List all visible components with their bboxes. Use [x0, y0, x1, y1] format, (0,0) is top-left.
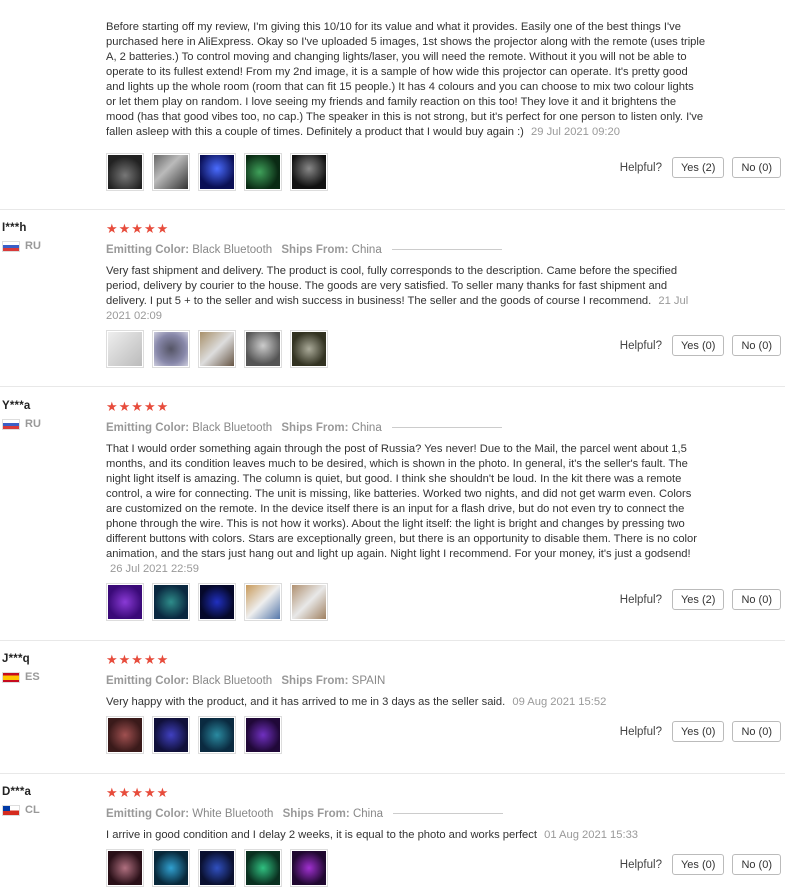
- review-text: That I would order something again throu…: [106, 443, 697, 575]
- review-meta: Emitting Color: Black Bluetooth Ships Fr…: [106, 675, 386, 687]
- reviewer-name: D***a: [2, 786, 32, 798]
- helpful-controls: Helpful? Yes (0) No (0): [620, 854, 781, 875]
- reviewer: J***q ES: [2, 653, 40, 683]
- review-meta: Emitting Color: Black Bluetooth Ships Fr…: [106, 422, 706, 434]
- review-photo[interactable]: [244, 849, 282, 887]
- review-date: 26 Jul 2021 22:59: [110, 563, 199, 575]
- review-content: ★★★★★ Emitting Color: Black Bluetooth Sh…: [106, 653, 706, 710]
- helpful-no-button[interactable]: No (0): [732, 589, 781, 610]
- helpful-yes-button[interactable]: Yes (0): [671, 721, 725, 742]
- review-photo[interactable]: [198, 330, 236, 368]
- reviewer-name: J***q: [2, 653, 30, 665]
- helpful-label: Helpful?: [619, 593, 662, 606]
- review-content: Before starting off my review, I'm givin…: [106, 12, 706, 140]
- rating-stars: ★★★★★: [106, 652, 170, 667]
- review-photo[interactable]: [152, 583, 190, 621]
- helpful-yes-button[interactable]: Yes (0): [671, 854, 725, 875]
- helpful-no-button[interactable]: No (0): [732, 335, 781, 356]
- helpful-controls: Helpful? Yes (2) No (0): [620, 589, 781, 610]
- helpful-label: Helpful?: [619, 339, 662, 352]
- review-photo[interactable]: [198, 849, 236, 887]
- review-content: ★★★★★ Emitting Color: Black Bluetooth Sh…: [106, 222, 706, 324]
- review-photo[interactable]: [244, 716, 282, 754]
- helpful-no-button[interactable]: No (0): [732, 721, 781, 742]
- review-date: 29 Jul 2021 09:20: [531, 126, 620, 138]
- review-item: Before starting off my review, I'm givin…: [0, 0, 785, 210]
- review-item: Y***a RU ★★★★★ Emitting Color: Black Blu…: [0, 388, 785, 641]
- helpful-yes-button[interactable]: Yes (0): [671, 335, 725, 356]
- review-photo[interactable]: [106, 849, 144, 887]
- review-photos: [106, 153, 328, 191]
- review-photo[interactable]: [244, 330, 282, 368]
- review-content: ★★★★★ Emitting Color: Black Bluetooth Sh…: [106, 400, 706, 577]
- reviewer: I***h RU: [2, 222, 41, 252]
- review-photo[interactable]: [198, 583, 236, 621]
- review-photo[interactable]: [152, 330, 190, 368]
- helpful-controls: Helpful? Yes (0) No (0): [620, 721, 781, 742]
- review-meta: Emitting Color: Black Bluetooth Ships Fr…: [106, 244, 706, 256]
- helpful-no-button[interactable]: No (0): [732, 157, 781, 178]
- review-item: D***a CL ★★★★★ Emitting Color: White Blu…: [0, 774, 785, 893]
- review-photos: [106, 716, 282, 754]
- review-item: J***q ES ★★★★★ Emitting Color: Black Blu…: [0, 641, 785, 774]
- review-text: Very fast shipment and delivery. The pro…: [106, 265, 689, 322]
- flag-icon: [2, 418, 20, 430]
- review-text: I arrive in good condition and I delay 2…: [106, 829, 639, 841]
- review-photo[interactable]: [290, 849, 328, 887]
- reviewer-name: I***h: [2, 222, 27, 234]
- rating-stars: ★★★★★: [106, 785, 170, 800]
- rating-stars: ★★★★★: [106, 221, 170, 236]
- review-photo[interactable]: [106, 153, 144, 191]
- reviewer: D***a CL: [2, 786, 40, 816]
- review-date: 01 Aug 2021 15:33: [544, 829, 639, 841]
- review-photo[interactable]: [198, 153, 236, 191]
- review-photos: [106, 583, 328, 621]
- review-photo[interactable]: [290, 330, 328, 368]
- reviewer: Y***a RU: [2, 400, 41, 430]
- rating-stars: ★★★★★: [106, 399, 170, 414]
- helpful-label: Helpful?: [619, 161, 662, 174]
- review-photos: [106, 330, 328, 368]
- flag-icon: [2, 240, 20, 252]
- helpful-yes-button[interactable]: Yes (2): [671, 589, 725, 610]
- reviewer-country: RU: [2, 240, 41, 252]
- reviewer-country: CL: [2, 804, 40, 816]
- helpful-yes-button[interactable]: Yes (2): [671, 157, 725, 178]
- review-photo[interactable]: [106, 330, 144, 368]
- helpful-controls: Helpful? Yes (0) No (0): [620, 335, 781, 356]
- reviewer-name: Y***a: [2, 400, 31, 412]
- helpful-no-button[interactable]: No (0): [732, 854, 781, 875]
- helpful-label: Helpful?: [619, 858, 662, 871]
- review-text: Before starting off my review, I'm givin…: [106, 21, 706, 138]
- review-photo[interactable]: [244, 583, 282, 621]
- review-photo[interactable]: [152, 153, 190, 191]
- review-text: Very happy with the product, and it has …: [106, 696, 607, 708]
- review-photo[interactable]: [290, 583, 328, 621]
- review-photo[interactable]: [244, 153, 282, 191]
- reviewer-country: ES: [2, 671, 40, 683]
- review-photo[interactable]: [152, 849, 190, 887]
- review-photo[interactable]: [106, 583, 144, 621]
- review-content: ★★★★★ Emitting Color: White Bluetooth Sh…: [106, 786, 706, 843]
- flag-icon: [2, 804, 20, 816]
- review-photo[interactable]: [106, 716, 144, 754]
- review-meta: Emitting Color: White Bluetooth Ships Fr…: [106, 808, 706, 820]
- flag-icon: [2, 671, 20, 683]
- review-photos: [106, 849, 328, 887]
- reviewer-country: RU: [2, 418, 41, 430]
- review-item: I***h RU ★★★★★ Emitting Color: Black Blu…: [0, 210, 785, 387]
- review-photo[interactable]: [198, 716, 236, 754]
- review-photo[interactable]: [152, 716, 190, 754]
- review-date: 09 Aug 2021 15:52: [512, 696, 607, 708]
- helpful-controls: Helpful? Yes (2) No (0): [620, 157, 781, 178]
- helpful-label: Helpful?: [619, 725, 662, 738]
- review-photo[interactable]: [290, 153, 328, 191]
